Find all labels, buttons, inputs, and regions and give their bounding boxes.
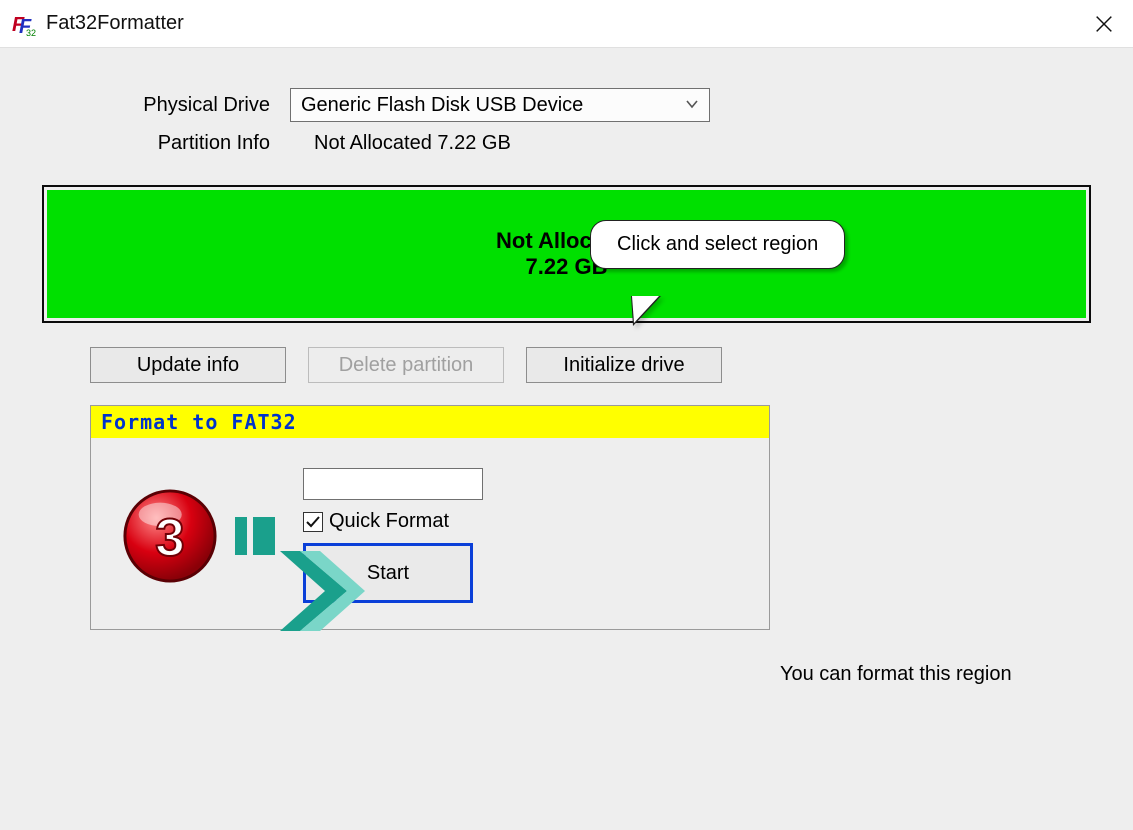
quick-format-label: Quick Format	[329, 510, 449, 533]
hint-callout: Click and select region	[590, 220, 845, 269]
window-title: Fat32Formatter	[46, 12, 184, 35]
initialize-drive-button[interactable]: Initialize drive	[526, 347, 722, 383]
format-panel: Format to FAT32 3	[90, 405, 770, 630]
svg-text:3: 3	[155, 508, 184, 567]
partition-info-label: Partition Info	[30, 132, 290, 155]
app-icon: F F 32	[12, 11, 38, 37]
format-hint: You can format this region	[780, 663, 1012, 686]
quick-format-checkbox[interactable]	[303, 512, 323, 532]
update-info-button[interactable]: Update info	[90, 347, 286, 383]
delete-partition-button: Delete partition	[308, 347, 504, 383]
callout-text: Click and select region	[617, 233, 818, 255]
content-area: Physical Drive Generic Flash Disk USB De…	[0, 48, 1133, 660]
svg-text:32: 32	[26, 28, 36, 37]
number-3-badge-icon: 3	[121, 487, 219, 585]
arrow-icon	[235, 517, 281, 555]
partition-info-value: Not Allocated 7.22 GB	[290, 132, 511, 155]
title-bar: F F 32 Fat32Formatter	[0, 0, 1133, 48]
close-button[interactable]	[1085, 5, 1123, 43]
physical-drive-select[interactable]: Generic Flash Disk USB Device	[290, 88, 710, 122]
physical-drive-selected: Generic Flash Disk USB Device	[301, 94, 583, 117]
chevron-down-icon	[685, 94, 699, 117]
physical-drive-label: Physical Drive	[30, 94, 290, 117]
partition-map: Not Allocated 7.22 GB	[42, 185, 1091, 323]
volume-label-input[interactable]	[303, 468, 483, 500]
partition-region[interactable]: Not Allocated 7.22 GB	[47, 190, 1086, 318]
format-panel-title: Format to FAT32	[91, 406, 769, 438]
